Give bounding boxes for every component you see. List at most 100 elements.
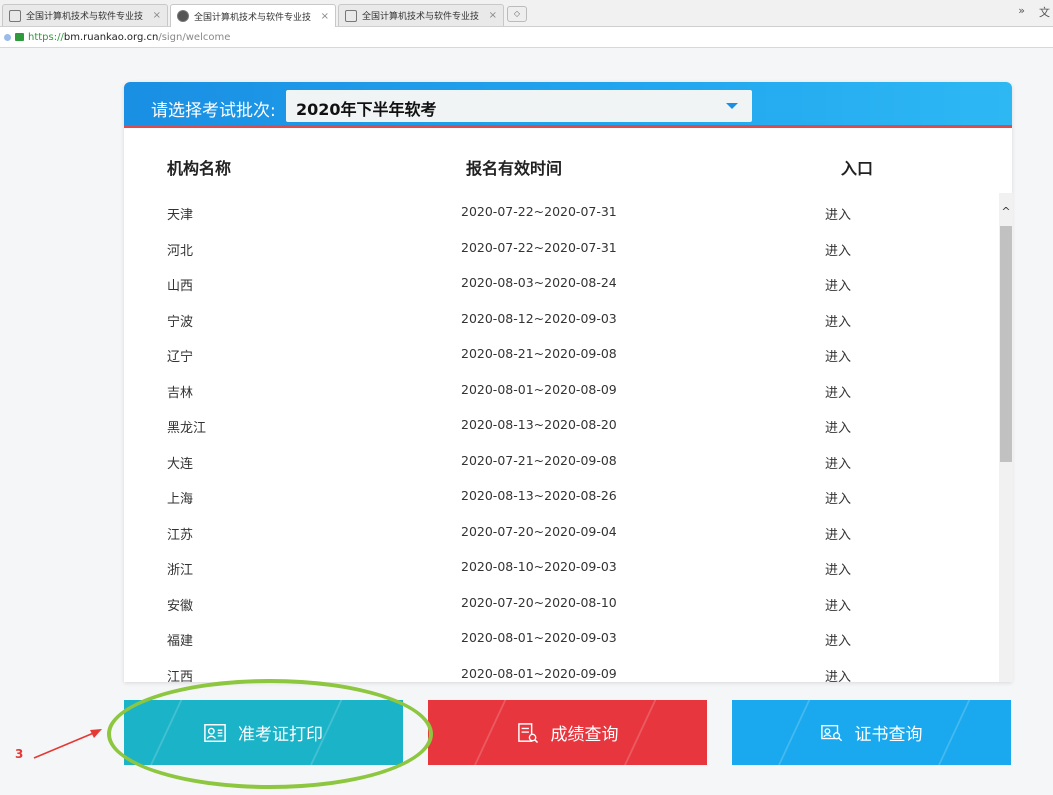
new-tab-button[interactable]: ◇ bbox=[507, 6, 527, 22]
button-label: 证书查询 bbox=[854, 725, 923, 745]
registration-period: 2020-08-01~2020-09-03 bbox=[461, 630, 617, 645]
url-path: /sign/welcome bbox=[158, 31, 231, 43]
certificate-search-icon bbox=[820, 724, 842, 741]
batch-panel: 请选择考试批次: 2020年下半年软考 机构名称 报名有效时间 入口 天津 20… bbox=[124, 82, 1012, 682]
table-row: 江西 2020-08-01~2020-09-09 进入 bbox=[124, 656, 996, 683]
toolbar-extra-text[interactable]: 文 bbox=[1039, 4, 1050, 20]
enter-link[interactable]: 进入 bbox=[825, 382, 851, 401]
list-scrollbar[interactable]: ^ bbox=[999, 193, 1013, 682]
batch-select-dropdown[interactable]: 2020年下半年软考 bbox=[286, 90, 752, 122]
registration-period: 2020-08-03~2020-08-24 bbox=[461, 275, 617, 290]
button-label: 成绩查询 bbox=[550, 725, 619, 745]
browser-tab-bar: 全国计算机技术与软件专业技 × 全国计算机技术与软件专业技 × 全国计算机技术与… bbox=[0, 0, 1053, 27]
institution-name: 河北 bbox=[167, 243, 194, 259]
registration-period: 2020-08-12~2020-09-03 bbox=[461, 310, 617, 326]
scroll-up-arrow-icon[interactable]: ^ bbox=[999, 205, 1013, 219]
tab-title: 全国计算机技术与软件专业技 bbox=[26, 12, 144, 22]
browser-tab-3[interactable]: 全国计算机技术与软件专业技 × bbox=[338, 4, 504, 26]
table-row: 辽宁 2020-08-21~2020-09-08 进入 bbox=[124, 336, 996, 371]
registration-period: 2020-07-20~2020-08-10 bbox=[461, 594, 617, 610]
table-row: 江苏 2020-07-20~2020-09-04 进入 bbox=[124, 514, 996, 549]
table-row: 上海 2020-08-13~2020-08-26 进入 bbox=[124, 478, 996, 513]
institution-name: 宁波 bbox=[167, 314, 194, 330]
annotation-arrow-icon bbox=[33, 729, 102, 759]
table-row: 大连 2020-07-21~2020-09-08 进入 bbox=[124, 443, 996, 478]
decorative-stripe bbox=[617, 700, 691, 765]
url-scheme: https:// bbox=[28, 31, 64, 43]
address-bar[interactable]: https:// bm.ruankao.org.cn /sign/welcome bbox=[0, 27, 1053, 48]
column-header-entry: 入口 bbox=[841, 159, 874, 178]
institution-name: 福建 bbox=[167, 634, 194, 649]
batch-select-value: 2020年下半年软考 bbox=[296, 100, 437, 119]
panel-header: 请选择考试批次: 2020年下半年软考 bbox=[124, 82, 1012, 128]
enter-link[interactable]: 进入 bbox=[825, 275, 851, 294]
page-icon bbox=[345, 9, 357, 22]
enter-link[interactable]: 进入 bbox=[825, 666, 851, 683]
close-icon[interactable]: × bbox=[153, 10, 161, 21]
enter-link[interactable]: 进入 bbox=[825, 346, 851, 365]
registration-period: 2020-07-21~2020-09-08 bbox=[461, 452, 617, 468]
enter-link[interactable]: 进入 bbox=[825, 595, 851, 614]
column-header-time: 报名有效时间 bbox=[466, 159, 563, 178]
institution-name: 大连 bbox=[167, 456, 194, 472]
enter-link[interactable]: 进入 bbox=[825, 240, 851, 259]
enter-link[interactable]: 进入 bbox=[825, 488, 851, 507]
browser-tab-2[interactable]: 全国计算机技术与软件专业技 × bbox=[170, 4, 336, 27]
table-row: 浙江 2020-08-10~2020-09-03 进入 bbox=[124, 549, 996, 584]
table-row: 黑龙江 2020-08-13~2020-08-20 进入 bbox=[124, 407, 996, 442]
institution-name: 上海 bbox=[167, 492, 194, 507]
certificate-query-button[interactable]: 证书查询 bbox=[732, 700, 1011, 765]
button-label: 准考证打印 bbox=[238, 725, 323, 745]
table-row: 山西 2020-08-03~2020-08-24 进入 bbox=[124, 265, 996, 300]
document-search-icon bbox=[517, 722, 538, 743]
table-row: 天津 2020-07-22~2020-07-31 进入 bbox=[124, 194, 996, 229]
institution-name: 黑龙江 bbox=[167, 421, 207, 436]
enter-link[interactable]: 进入 bbox=[825, 524, 851, 543]
url-host: bm.ruankao.org.cn bbox=[63, 31, 159, 43]
institution-name: 辽宁 bbox=[167, 350, 194, 365]
registration-period: 2020-08-13~2020-08-26 bbox=[461, 488, 617, 503]
institution-name: 吉林 bbox=[167, 385, 194, 401]
tab-title: 全国计算机技术与软件专业技 bbox=[194, 12, 312, 23]
more-tabs-chevron-icon[interactable]: » bbox=[1018, 4, 1025, 17]
registration-period: 2020-08-01~2020-08-09 bbox=[461, 381, 617, 397]
tab-title: 全国计算机技术与软件专业技 bbox=[362, 12, 480, 22]
annotation-step-number: 3 bbox=[15, 747, 24, 761]
enter-link[interactable]: 进入 bbox=[825, 417, 851, 436]
chevron-down-icon bbox=[726, 103, 738, 109]
registration-period: 2020-08-01~2020-09-09 bbox=[461, 665, 617, 681]
table-row: 吉林 2020-08-01~2020-08-09 进入 bbox=[124, 372, 996, 407]
decorative-stripe bbox=[931, 700, 1005, 765]
institution-name: 江西 bbox=[167, 669, 194, 683]
table-row: 福建 2020-08-01~2020-09-03 进入 bbox=[124, 620, 996, 655]
score-query-button[interactable]: 成绩查询 bbox=[428, 700, 707, 765]
table-row: 宁波 2020-08-12~2020-09-03 进入 bbox=[124, 301, 996, 336]
site-favicon-icon bbox=[177, 10, 189, 22]
enter-link[interactable]: 进入 bbox=[825, 630, 851, 649]
table-row: 安徽 2020-07-20~2020-08-10 进入 bbox=[124, 585, 996, 620]
browser-tab-1[interactable]: 全国计算机技术与软件专业技 × bbox=[2, 4, 168, 26]
admission-ticket-print-button[interactable]: 准考证打印 bbox=[124, 700, 403, 765]
lock-icon bbox=[15, 33, 24, 41]
institution-name: 安徽 bbox=[167, 598, 194, 614]
institution-name: 江苏 bbox=[167, 527, 194, 543]
enter-link[interactable]: 进入 bbox=[825, 453, 851, 472]
institution-name: 山西 bbox=[167, 279, 194, 294]
close-icon[interactable]: × bbox=[321, 11, 329, 22]
registration-period: 2020-08-10~2020-09-03 bbox=[461, 559, 617, 574]
enter-link[interactable]: 进入 bbox=[825, 311, 851, 330]
institution-list[interactable]: 天津 2020-07-22~2020-07-31 进入 河北 2020-07-2… bbox=[124, 194, 996, 682]
site-info-icon[interactable] bbox=[4, 33, 11, 41]
registration-period: 2020-08-21~2020-09-08 bbox=[461, 346, 617, 361]
enter-link[interactable]: 进入 bbox=[825, 559, 851, 578]
table-row: 河北 2020-07-22~2020-07-31 进入 bbox=[124, 230, 996, 265]
close-icon[interactable]: × bbox=[489, 10, 497, 21]
scrollbar-thumb[interactable] bbox=[1000, 226, 1012, 462]
registration-period: 2020-07-22~2020-07-31 bbox=[461, 239, 617, 255]
page-icon bbox=[9, 9, 21, 22]
institution-name: 浙江 bbox=[167, 563, 194, 578]
column-header-name: 机构名称 bbox=[167, 159, 232, 178]
enter-link[interactable]: 进入 bbox=[825, 204, 851, 223]
registration-period: 2020-07-22~2020-07-31 bbox=[461, 204, 617, 219]
registration-period: 2020-08-13~2020-08-20 bbox=[461, 417, 617, 432]
